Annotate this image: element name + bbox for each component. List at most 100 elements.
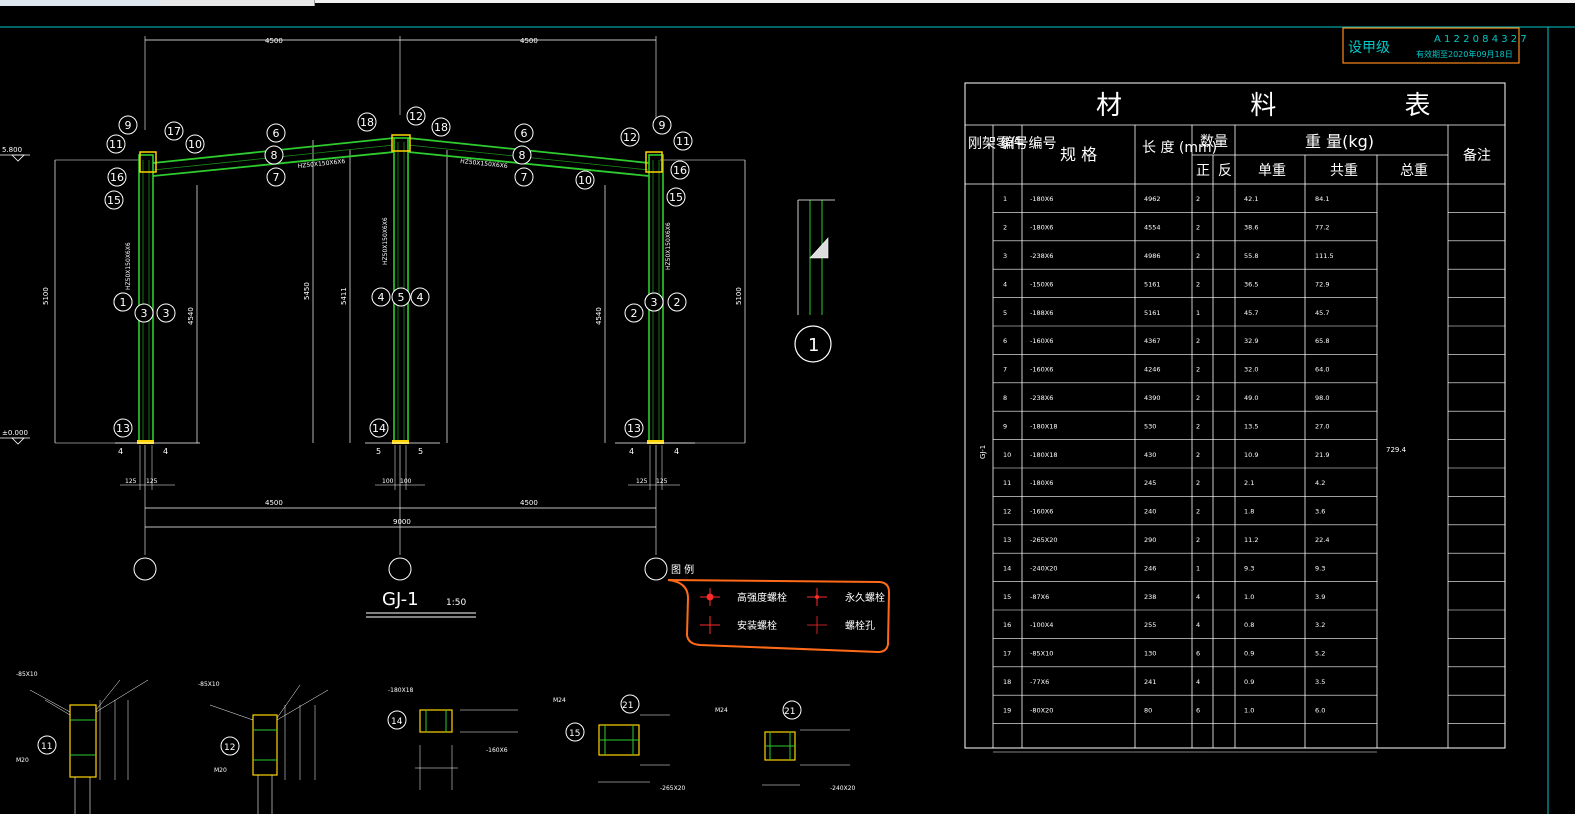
part-balloon: 16	[670, 160, 690, 180]
table-cell: 5	[1003, 309, 1007, 317]
member-label: HZ50X150X6X6	[297, 158, 345, 170]
table-cell: 10.9	[1244, 451, 1258, 459]
table-cell: -80X20	[1030, 706, 1053, 714]
table-cell: 4	[1196, 593, 1200, 601]
table-cell: 6.0	[1315, 706, 1325, 714]
part-balloon: 6	[266, 123, 286, 143]
table-cell: 3	[1003, 252, 1007, 260]
table-cell: 240	[1144, 508, 1156, 516]
connection-details: 11 -85X10 M20 12 -85X10 M20 14 -180X18 -…	[16, 671, 856, 814]
table-cell: 2	[1196, 337, 1200, 345]
part-balloon-label: 4	[378, 291, 385, 304]
part-balloon: 18	[357, 112, 377, 132]
detail-note: -180X18	[388, 687, 414, 694]
part-balloon: 4	[410, 287, 430, 307]
detail-note: M24	[715, 707, 728, 714]
table-row: 10 -180X18 430 2 10.9 21.9	[1003, 451, 1329, 459]
table-cell: -160X6	[1030, 337, 1053, 345]
table-row: 3 -238X6 4986 2 55.8 111.5	[1003, 252, 1334, 260]
dim-height-right-inner: 4540	[595, 307, 603, 325]
stamp-valid: 有效期至2020年09月18日	[1416, 49, 1513, 59]
base-mark: 4	[118, 447, 123, 456]
part-balloon: 9	[652, 115, 672, 135]
part-balloon-label: 12	[623, 131, 637, 144]
detail-15-21: 15 21 M24 -265X20	[553, 694, 686, 792]
detail-note: -85X10	[198, 681, 220, 688]
table-cell: 130	[1144, 650, 1156, 658]
part-balloon-label: 9	[125, 119, 132, 132]
table-cell: -180X6	[1030, 224, 1053, 232]
member-label: HZ50X150X6X6	[460, 158, 508, 170]
table-cell: 16	[1003, 621, 1011, 629]
table-cell: 4554	[1144, 224, 1161, 232]
stamp-code: A 1 2 2 0 8 4 3 2 7	[1434, 34, 1527, 45]
table-cell: 0.9	[1244, 678, 1254, 686]
bolt-legend: 图 例 高强度螺栓 永久螺栓 安装螺栓 螺栓孔	[667, 563, 891, 654]
table-cell: 255	[1144, 621, 1156, 629]
table-cell: 8	[1003, 394, 1007, 402]
frame-scale: 1:50	[446, 598, 466, 608]
dim-bottom-left: 4500	[265, 499, 283, 507]
part-balloon: 2	[667, 292, 687, 312]
table-cell: 77.2	[1315, 224, 1329, 232]
table-cell: 1	[1196, 564, 1200, 572]
table-cell: 2	[1196, 394, 1200, 402]
table-cell: 238	[1144, 593, 1156, 601]
table-row: 12 -160X6 240 2 1.8 3.6	[1003, 508, 1325, 516]
part-balloon-label: 13	[627, 422, 641, 435]
bolt-permanent-icon	[807, 588, 827, 606]
part-balloon-label: 3	[163, 307, 170, 320]
part-balloon-label: 1	[120, 296, 127, 309]
table-cell: 84.1	[1315, 195, 1329, 203]
table-cell: 4	[1196, 621, 1200, 629]
table-cell: -188X6	[1030, 309, 1053, 317]
part-balloon-label: 18	[360, 116, 374, 129]
member-label: HZ50X150X6X6	[125, 242, 132, 290]
part-balloon-label: 3	[141, 307, 148, 320]
table-cell: -150X6	[1030, 280, 1053, 288]
table-row: 16 -100X4 255 4 0.8 3.2	[1003, 621, 1325, 629]
table-cell: -180X6	[1030, 479, 1053, 487]
part-balloon: 17	[164, 121, 184, 141]
table-cell: 4	[1196, 678, 1200, 686]
table-cell: 111.5	[1315, 252, 1334, 260]
table-cell: 11.2	[1244, 536, 1258, 544]
axis-bubble	[644, 557, 668, 581]
table-cell: 0.9	[1244, 650, 1254, 658]
table-cell: 42.1	[1244, 195, 1258, 203]
table-cell: 2	[1196, 508, 1200, 516]
table-cell: 6	[1003, 337, 1007, 345]
table-cell: 6	[1196, 650, 1200, 658]
column-left	[138, 154, 154, 444]
table-cell: -87X6	[1030, 593, 1049, 601]
table-cell: 4986	[1144, 252, 1161, 260]
table-cell: 80	[1144, 706, 1152, 714]
base-dim: 125	[656, 478, 668, 485]
hdr-unit: 单重	[1258, 163, 1286, 179]
hdr-part-no: 零件 编号	[996, 136, 1056, 152]
part-balloon-label: 7	[273, 171, 280, 184]
part-balloon: 3	[156, 303, 176, 323]
bolt-hole-icon	[807, 616, 827, 634]
section-mark: 1	[808, 335, 819, 356]
legend-highlight-outline	[667, 579, 891, 654]
table-row: 13 -265X20 290 2 11.2 22.4	[1003, 536, 1329, 544]
part-balloon-label: 2	[631, 307, 638, 320]
cad-drawing-canvas[interactable]: 设甲级 A 1 2 2 0 8 4 3 2 7 有效期至2020年09月18日 …	[0, 0, 1575, 814]
table-cell: 98.0	[1315, 394, 1329, 402]
table-cell: 13	[1003, 536, 1011, 544]
base-dim: 100	[400, 478, 412, 485]
part-balloon-label: 8	[271, 149, 278, 162]
elev-marker-icon	[11, 437, 25, 445]
table-cell: 9.3	[1315, 564, 1325, 572]
table-cell: -238X6	[1030, 252, 1053, 260]
detail-12: 12 -85X10 M20	[198, 681, 329, 814]
table-cell: 32.9	[1244, 337, 1258, 345]
table-cell: 3.2	[1315, 621, 1325, 629]
table-cell: -180X18	[1030, 451, 1057, 459]
table-row: 11 -180X6 245 2 2.1 4.2	[1003, 479, 1325, 487]
part-balloon-label: 12	[409, 110, 423, 123]
table-cell: 4	[1003, 280, 1007, 288]
table-cell: 2	[1196, 280, 1200, 288]
table-cell: 9.3	[1244, 564, 1254, 572]
